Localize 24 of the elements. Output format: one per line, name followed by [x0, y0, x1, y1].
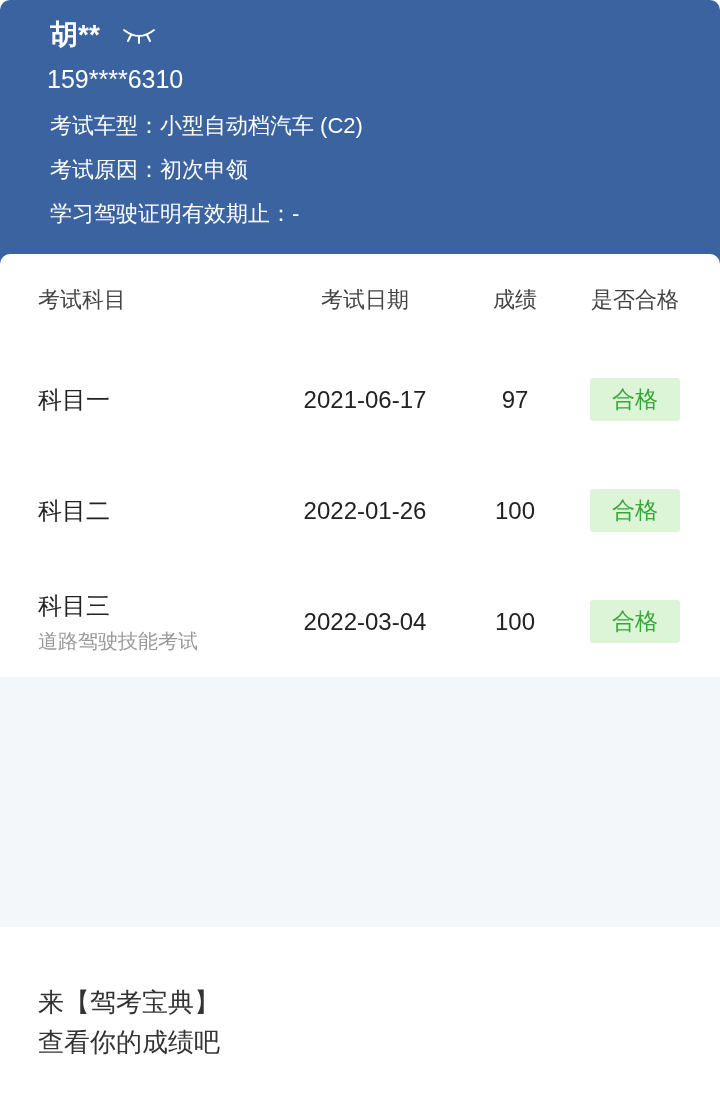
- info-line: 考试车型：小型自动档汽车 (C2): [50, 112, 364, 140]
- score-cell-text: 100: [493, 495, 536, 526]
- subject-note: 道路驾驶技能考试: [38, 628, 199, 654]
- column-header: 是否合格: [590, 285, 680, 314]
- info-line: 考试原因：初次申领: [50, 156, 249, 184]
- subject-cell-text: 科目二: [38, 495, 111, 526]
- date-cell-text: 2022-01-26: [302, 495, 428, 526]
- score-cell-text: 100: [493, 606, 536, 637]
- score-cell-text: 97: [500, 384, 530, 415]
- column-header: 考试科目: [37, 285, 127, 314]
- promo-text: 来【驾考宝典】: [38, 986, 221, 1019]
- subject-cell-text: 科目三: [38, 590, 111, 621]
- column-header: 考试日期: [320, 285, 410, 314]
- date-cell-text: 2022-03-04: [302, 606, 428, 637]
- date-cell-text: 2021-06-17: [302, 384, 428, 415]
- promo-text: 查看你的成绩吧: [38, 1026, 221, 1059]
- result-badge: 合格: [590, 489, 680, 532]
- phone-number: 159****6310: [47, 64, 185, 95]
- result-badge: 合格: [590, 378, 680, 421]
- info-line: 学习驾驶证明有效期止：-: [50, 200, 301, 228]
- subject-cell-text: 科目一: [38, 384, 111, 415]
- result-badge: 合格: [590, 600, 680, 643]
- column-header: 成绩: [492, 285, 538, 314]
- user-name: 胡**: [50, 18, 100, 52]
